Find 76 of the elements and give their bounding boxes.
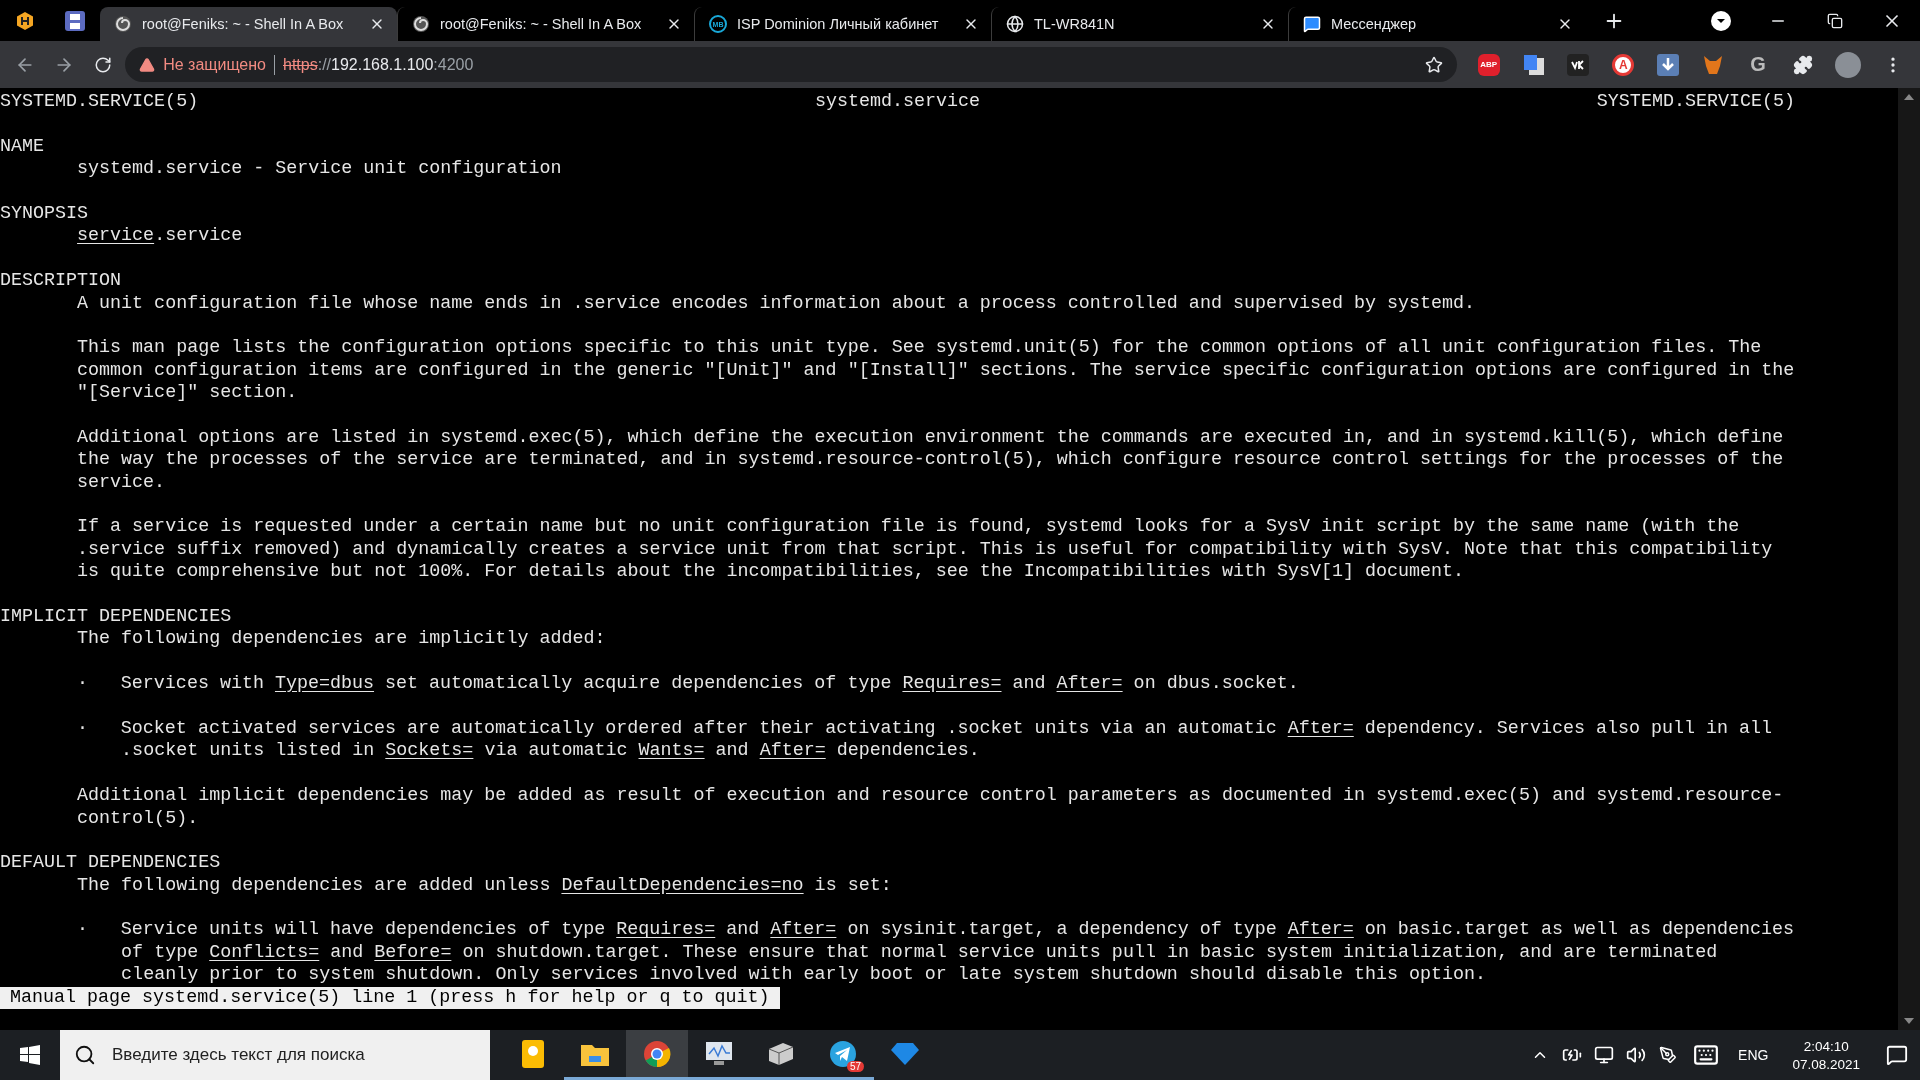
man-page-line: .socket units listed in Sockets= via automatic Wants= and After= dependencies.: [121, 740, 980, 763]
monitor-chart-icon[interactable]: [705, 1040, 733, 1067]
server-box-icon[interactable]: [767, 1040, 795, 1067]
man-page-header: SYSTEMD.SERVICE(5): [0, 91, 199, 114]
section-heading: NAME: [0, 135, 45, 159]
diamond-icon[interactable]: [891, 1041, 919, 1066]
swirl-icon: [114, 15, 132, 33]
windows-logo-icon[interactable]: [20, 1045, 40, 1065]
network-icon[interactable]: [1594, 1045, 1615, 1065]
section-heading: IMPLICIT DEPENDENCIES: [0, 606, 232, 629]
man-page-line: Socket activated services are automatically ordered after their activating .socket units via an automatic After= dependency. Services also pull in all: [120, 717, 1773, 741]
search-icon: [74, 1044, 96, 1066]
man-page-line: of type Conflicts= and Before= on shutdown.target. These ensure that normal service units pull in basic system initialization, and are terminated: [121, 941, 1718, 965]
warning-icon: [139, 56, 156, 73]
man-page-line: control(5).: [77, 807, 199, 830]
section-heading: DESCRIPTION: [0, 270, 122, 293]
man-page-line: The following dependencies are implicitly added:: [77, 628, 606, 651]
browser-tab[interactable]: root@Feniks: ~ - Shell In A Box: [100, 7, 397, 41]
keyboard-icon[interactable]: [1693, 1042, 1720, 1068]
man-page-line: service.service: [77, 225, 243, 248]
hexagon-icon[interactable]: [16, 10, 34, 31]
clock[interactable]: 2:04:10 07.08.2021: [1778, 1038, 1874, 1072]
globe-icon: [1006, 15, 1024, 33]
section-heading: DEFAULT DEPENDENCIES: [0, 852, 221, 875]
man-page-line: the way the processes of the service are terminated, and in systemd.resource-control(5), which configure resource control settings for the processes of the: [77, 449, 1784, 472]
man-page-line: Additional implicit dependencies may be added as result of execution and resource control parameters as documented in systemd.exec(5) and systemd.resource-: [77, 785, 1784, 808]
man-page-line: service.: [77, 471, 166, 495]
man-page-line: Services with Type=dbus set automatically acquire dependencies of type Requires= and After= on dbus.socket.: [120, 673, 1299, 696]
taskbar-app[interactable]: 57: [812, 1030, 874, 1080]
man-page-line: "[Service]" section.: [77, 382, 298, 405]
vk-logo-icon[interactable]: [1567, 53, 1590, 76]
bullet-mark: ·: [77, 673, 89, 696]
chat-bubble-icon: [1303, 15, 1321, 33]
extensions-icon[interactable]: [1792, 54, 1813, 75]
address-bar[interactable]: Не защищено https://192.168.1.100:4200: [125, 47, 1458, 82]
translate-icon[interactable]: [1522, 53, 1545, 76]
url-text: https://192.168.1.100:4200: [283, 55, 475, 74]
bullet-mark: ·: [77, 717, 89, 741]
reload-icon[interactable]: [93, 55, 112, 74]
tab-search-icon[interactable]: [1710, 10, 1731, 31]
restore-icon[interactable]: [1826, 12, 1843, 29]
section-heading: SYNOPSIS: [0, 202, 89, 226]
profile-avatar[interactable]: [1834, 51, 1861, 78]
man-page-line: Additional options are listed in systemd.exec(5), which define the execution environment the commands are executed in, and in systemd.kill(5), which define: [77, 426, 1784, 450]
man-page-title: systemd.service: [814, 91, 981, 114]
man-page-header: SYSTEMD.SERVICE(5): [1596, 91, 1795, 114]
unread-badge: 57: [846, 1061, 864, 1072]
bookmark-star-icon[interactable]: [1425, 55, 1444, 74]
bullet-mark: ·: [77, 919, 89, 942]
man-page-line: common configuration items are configured in the generic "[Unit]" and "[Install]" sections. The service specific configuration options are configured in the: [77, 359, 1795, 383]
swirl-icon: [412, 15, 430, 33]
man-page-line: cleanly prior to system shutdown. Only services involved with early boot or late system shutdown should disable this option.: [121, 964, 1487, 987]
download-icon[interactable]: [1657, 53, 1680, 76]
man-page-line: systemd.service - Service unit configuration: [77, 158, 562, 181]
taskbar-app[interactable]: [626, 1030, 688, 1080]
man-page-line: The following dependencies are added unless DefaultDependencies=no is set:: [77, 874, 892, 898]
chrome-icon[interactable]: [643, 1039, 671, 1068]
volume-icon[interactable]: [1626, 1045, 1647, 1065]
note-icon[interactable]: [522, 1039, 544, 1068]
man-page-line: is quite comprehensive but not 100%. For details about the incompatibilities, see the Incompatibilities with SysV[1] document.: [77, 561, 1465, 584]
taskbar-search-field[interactable]: Введите здесь текст для поиска: [60, 1030, 490, 1080]
scrollbar[interactable]: [1898, 88, 1920, 1030]
man-page-line: This man page lists the configuration options specific to this unit type. See systemd.unit(5) for the common options of all unit configuration files. The: [77, 337, 1762, 360]
man-page-line: Service units will have dependencies of type Requires= and After= on sysinit.target, a dependency of type After= on basic.target as well as dependencies: [120, 919, 1795, 942]
letter-a-extension[interactable]: A: [1612, 53, 1635, 76]
man-page-line: If a service is requested under a certain name but no unit configuration file is found, systemd looks for a SysV init script by the same name (with the: [77, 516, 1740, 539]
notifications-icon[interactable]: [1886, 1044, 1908, 1066]
pen-icon[interactable]: [1659, 1046, 1678, 1064]
man-page-line: A unit configuration file whose name ends in .service encodes information about a process controlled and supervised by systemd.: [77, 292, 1476, 315]
fox-head-icon[interactable]: [1702, 53, 1725, 76]
language-indicator[interactable]: ENG: [1728, 1047, 1779, 1063]
search-placeholder: Введите здесь текст для поиска: [112, 1045, 365, 1065]
security-label[interactable]: Не защищено: [163, 55, 266, 74]
man-page-line: .service suffix removed) and dynamically creates a service unit from that script. This is useful for compatibility with SysV. Note that this compatibility: [77, 538, 1773, 562]
letter-g-extension[interactable]: G: [1750, 53, 1766, 76]
stop-sign-extension[interactable]: ABP: [1477, 53, 1500, 76]
